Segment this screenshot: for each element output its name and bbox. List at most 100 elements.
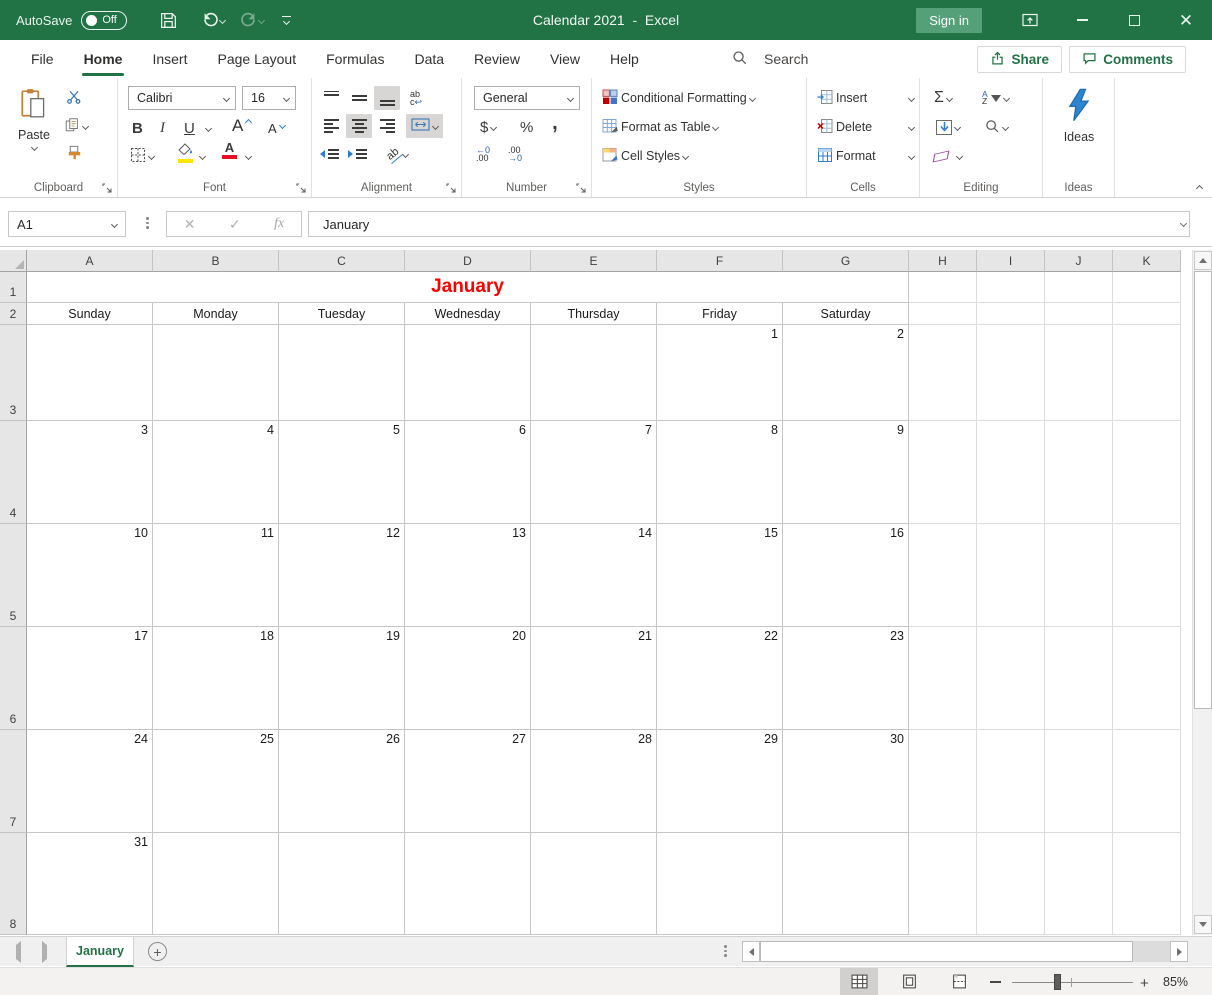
cell-E3[interactable] bbox=[531, 325, 657, 421]
align-right-button[interactable] bbox=[374, 114, 400, 138]
cell-F8[interactable] bbox=[657, 833, 783, 935]
cell-A1-month-title[interactable]: January bbox=[27, 272, 909, 303]
row-header-6[interactable]: 6 bbox=[0, 627, 27, 730]
fill-color-dropdown-icon[interactable] bbox=[199, 153, 206, 160]
cell-K6[interactable] bbox=[1113, 627, 1181, 730]
select-all-corner[interactable] bbox=[0, 250, 27, 272]
font-color-button[interactable]: A bbox=[222, 142, 237, 166]
cell-C5[interactable]: 12 bbox=[279, 524, 405, 627]
accounting-format-button[interactable]: $ bbox=[480, 115, 496, 139]
underline-dropdown-icon[interactable] bbox=[205, 125, 212, 132]
copy-button[interactable] bbox=[64, 114, 88, 138]
col-header-A[interactable]: A bbox=[27, 250, 153, 272]
col-header-D[interactable]: D bbox=[405, 250, 531, 272]
cell-K5[interactable] bbox=[1113, 524, 1181, 627]
cell-G4[interactable]: 9 bbox=[783, 421, 909, 524]
cell-F2[interactable]: Friday bbox=[657, 303, 783, 325]
cell-B6[interactable]: 18 bbox=[153, 627, 279, 730]
cell-A2[interactable]: Sunday bbox=[27, 303, 153, 325]
tab-home[interactable]: Home bbox=[69, 40, 138, 78]
cell-K1[interactable] bbox=[1113, 272, 1181, 303]
col-header-C[interactable]: C bbox=[279, 250, 405, 272]
collapse-ribbon-icon[interactable] bbox=[1196, 185, 1203, 192]
cell-F4[interactable]: 8 bbox=[657, 421, 783, 524]
save-icon[interactable] bbox=[151, 0, 186, 40]
ribbon-display-options-icon[interactable] bbox=[1004, 0, 1056, 40]
cell-D4[interactable]: 6 bbox=[405, 421, 531, 524]
tab-insert[interactable]: Insert bbox=[137, 40, 202, 78]
format-painter-button[interactable] bbox=[66, 142, 83, 166]
cell-E5[interactable]: 14 bbox=[531, 524, 657, 627]
comments-button[interactable]: Comments bbox=[1069, 46, 1186, 73]
cell-J4[interactable] bbox=[1045, 421, 1113, 524]
next-sheet-arrow-icon[interactable] bbox=[42, 945, 47, 959]
sheet-tab-january[interactable]: January bbox=[66, 937, 134, 967]
cell-J8[interactable] bbox=[1045, 833, 1113, 935]
scroll-up-arrow-icon[interactable] bbox=[1194, 251, 1212, 270]
cell-D3[interactable] bbox=[405, 325, 531, 421]
cell-B2[interactable]: Monday bbox=[153, 303, 279, 325]
scroll-down-arrow-icon[interactable] bbox=[1194, 915, 1212, 934]
zoom-out-icon[interactable] bbox=[990, 981, 1001, 983]
cell-I4[interactable] bbox=[977, 421, 1045, 524]
cell-H4[interactable] bbox=[909, 421, 977, 524]
cell-C8[interactable] bbox=[279, 833, 405, 935]
scroll-right-arrow-icon[interactable] bbox=[1170, 941, 1188, 962]
close-button[interactable]: ✕ bbox=[1160, 0, 1212, 40]
cell-A4[interactable]: 3 bbox=[27, 421, 153, 524]
autosave-toggle[interactable]: Off bbox=[81, 11, 127, 30]
cell-I7[interactable] bbox=[977, 730, 1045, 833]
cell-H8[interactable] bbox=[909, 833, 977, 935]
cell-I8[interactable] bbox=[977, 833, 1045, 935]
cell-I2[interactable] bbox=[977, 303, 1045, 325]
cell-D7[interactable]: 27 bbox=[405, 730, 531, 833]
customize-quick-access-toolbar-icon[interactable] bbox=[282, 16, 291, 24]
delete-cells-button[interactable]: Delete bbox=[817, 115, 872, 139]
scroll-left-arrow-icon[interactable] bbox=[742, 941, 760, 962]
paste-button[interactable]: Paste bbox=[10, 84, 58, 180]
cell-K3[interactable] bbox=[1113, 325, 1181, 421]
cell-F5[interactable]: 15 bbox=[657, 524, 783, 627]
cell-J1[interactable] bbox=[1045, 272, 1113, 303]
cut-button[interactable] bbox=[66, 86, 82, 110]
increase-font-size-button[interactable]: A bbox=[232, 114, 251, 138]
tab-review[interactable]: Review bbox=[459, 40, 535, 78]
cell-C4[interactable]: 5 bbox=[279, 421, 405, 524]
cell-B4[interactable]: 4 bbox=[153, 421, 279, 524]
cell-C2[interactable]: Tuesday bbox=[279, 303, 405, 325]
col-header-J[interactable]: J bbox=[1045, 250, 1113, 272]
cell-K2[interactable] bbox=[1113, 303, 1181, 325]
horizontal-scrollbar-thumb[interactable] bbox=[760, 941, 1133, 962]
font-dialog-launcher-icon[interactable] bbox=[296, 182, 306, 192]
name-box[interactable]: A1 bbox=[8, 211, 126, 237]
zoom-level[interactable]: 85% bbox=[1163, 975, 1188, 989]
vertical-scrollbar[interactable] bbox=[1192, 250, 1212, 935]
cell-E4[interactable]: 7 bbox=[531, 421, 657, 524]
italic-button[interactable]: I bbox=[160, 116, 165, 140]
row-header-7[interactable]: 7 bbox=[0, 730, 27, 833]
col-header-B[interactable]: B bbox=[153, 250, 279, 272]
cell-H3[interactable] bbox=[909, 325, 977, 421]
cell-E2[interactable]: Thursday bbox=[531, 303, 657, 325]
cell-H5[interactable] bbox=[909, 524, 977, 627]
undo-button[interactable] bbox=[200, 10, 225, 30]
cell-J5[interactable] bbox=[1045, 524, 1113, 627]
vertical-scrollbar-thumb[interactable] bbox=[1194, 271, 1212, 709]
tab-formulas[interactable]: Formulas bbox=[311, 40, 399, 78]
sort-and-filter-button[interactable]: A Z bbox=[982, 86, 1009, 110]
middle-align-button[interactable] bbox=[346, 86, 372, 110]
cell-A8[interactable]: 31 bbox=[27, 833, 153, 935]
cell-E7[interactable]: 28 bbox=[531, 730, 657, 833]
col-header-I[interactable]: I bbox=[977, 250, 1045, 272]
normal-view-button[interactable] bbox=[840, 968, 878, 995]
cell-A7[interactable]: 24 bbox=[27, 730, 153, 833]
cell-I3[interactable] bbox=[977, 325, 1045, 421]
cell-B7[interactable]: 25 bbox=[153, 730, 279, 833]
cell-A5[interactable]: 10 bbox=[27, 524, 153, 627]
zoom-slider-thumb[interactable] bbox=[1054, 974, 1061, 990]
clipboard-dialog-launcher-icon[interactable] bbox=[102, 182, 112, 192]
col-header-F[interactable]: F bbox=[657, 250, 783, 272]
col-header-K[interactable]: K bbox=[1113, 250, 1181, 272]
cell-B5[interactable]: 11 bbox=[153, 524, 279, 627]
font-name-select[interactable]: Calibri bbox=[128, 86, 236, 110]
